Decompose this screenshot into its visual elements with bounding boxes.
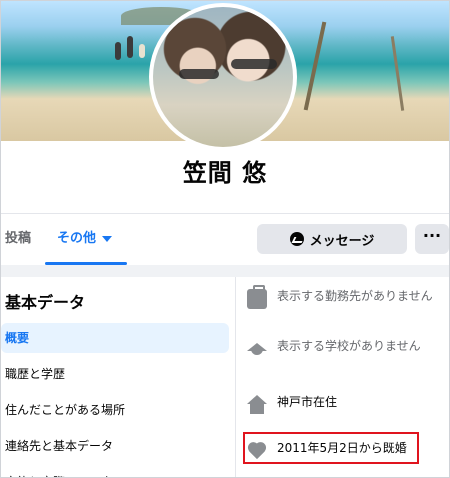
detail-education: 表示する学校がありません <box>247 337 443 359</box>
about-title: 基本データ <box>5 293 86 312</box>
detail-residence: 神戸市在住 <box>247 393 443 415</box>
profile-name: 笠間 悠 <box>182 159 268 187</box>
cover-umbrella-pole-2 <box>390 36 405 111</box>
about-nav: 基本データ 概要 職歴と学歴 住んだことがある場所 連絡先と基本データ 家族と交… <box>1 277 236 477</box>
tab-more-label: その他 <box>57 231 97 246</box>
nav-item-overview[interactable]: 概要 <box>1 323 229 353</box>
relationship-highlight-box <box>243 432 419 464</box>
nav-item-places-lived[interactable]: 住んだことがある場所 <box>1 395 229 425</box>
message-button[interactable]: メッセージ <box>257 224 407 254</box>
nav-item-work-education[interactable]: 職歴と学歴 <box>1 359 229 389</box>
sunglasses-right <box>231 59 277 69</box>
graduation-cap-icon <box>247 339 267 359</box>
tab-posts[interactable]: 投稿 <box>5 214 31 264</box>
detail-work: 表示する勤務先がありません <box>247 285 443 309</box>
cover-people <box>111 36 151 61</box>
profile-page: 笠間 悠 投稿 その他 メッセージ ··· 基本データ 概要 職歴と学歴 住んだ… <box>0 0 450 478</box>
detail-work-text: 表示する勤務先がありません <box>277 289 433 303</box>
avatar <box>153 7 293 147</box>
cover-umbrella-pole <box>303 21 327 111</box>
briefcase-icon <box>247 285 267 309</box>
section-divider <box>1 265 449 277</box>
detail-residence-text[interactable]: 神戸市在住 <box>277 393 337 411</box>
tab-more[interactable]: その他 <box>57 214 113 264</box>
sunglasses-left <box>179 69 219 79</box>
detail-education-text: 表示する学校がありません <box>277 339 421 353</box>
messenger-icon <box>289 232 304 246</box>
message-button-label: メッセージ <box>309 233 375 249</box>
nav-item-family-relationship[interactable]: 家族と交際ステータス <box>1 467 229 477</box>
profile-picture[interactable] <box>149 3 297 151</box>
home-icon <box>247 395 267 415</box>
more-options-button[interactable]: ··· <box>415 224 449 254</box>
caret-down-icon <box>102 235 113 242</box>
nav-item-contact-basic[interactable]: 連絡先と基本データ <box>1 431 229 461</box>
